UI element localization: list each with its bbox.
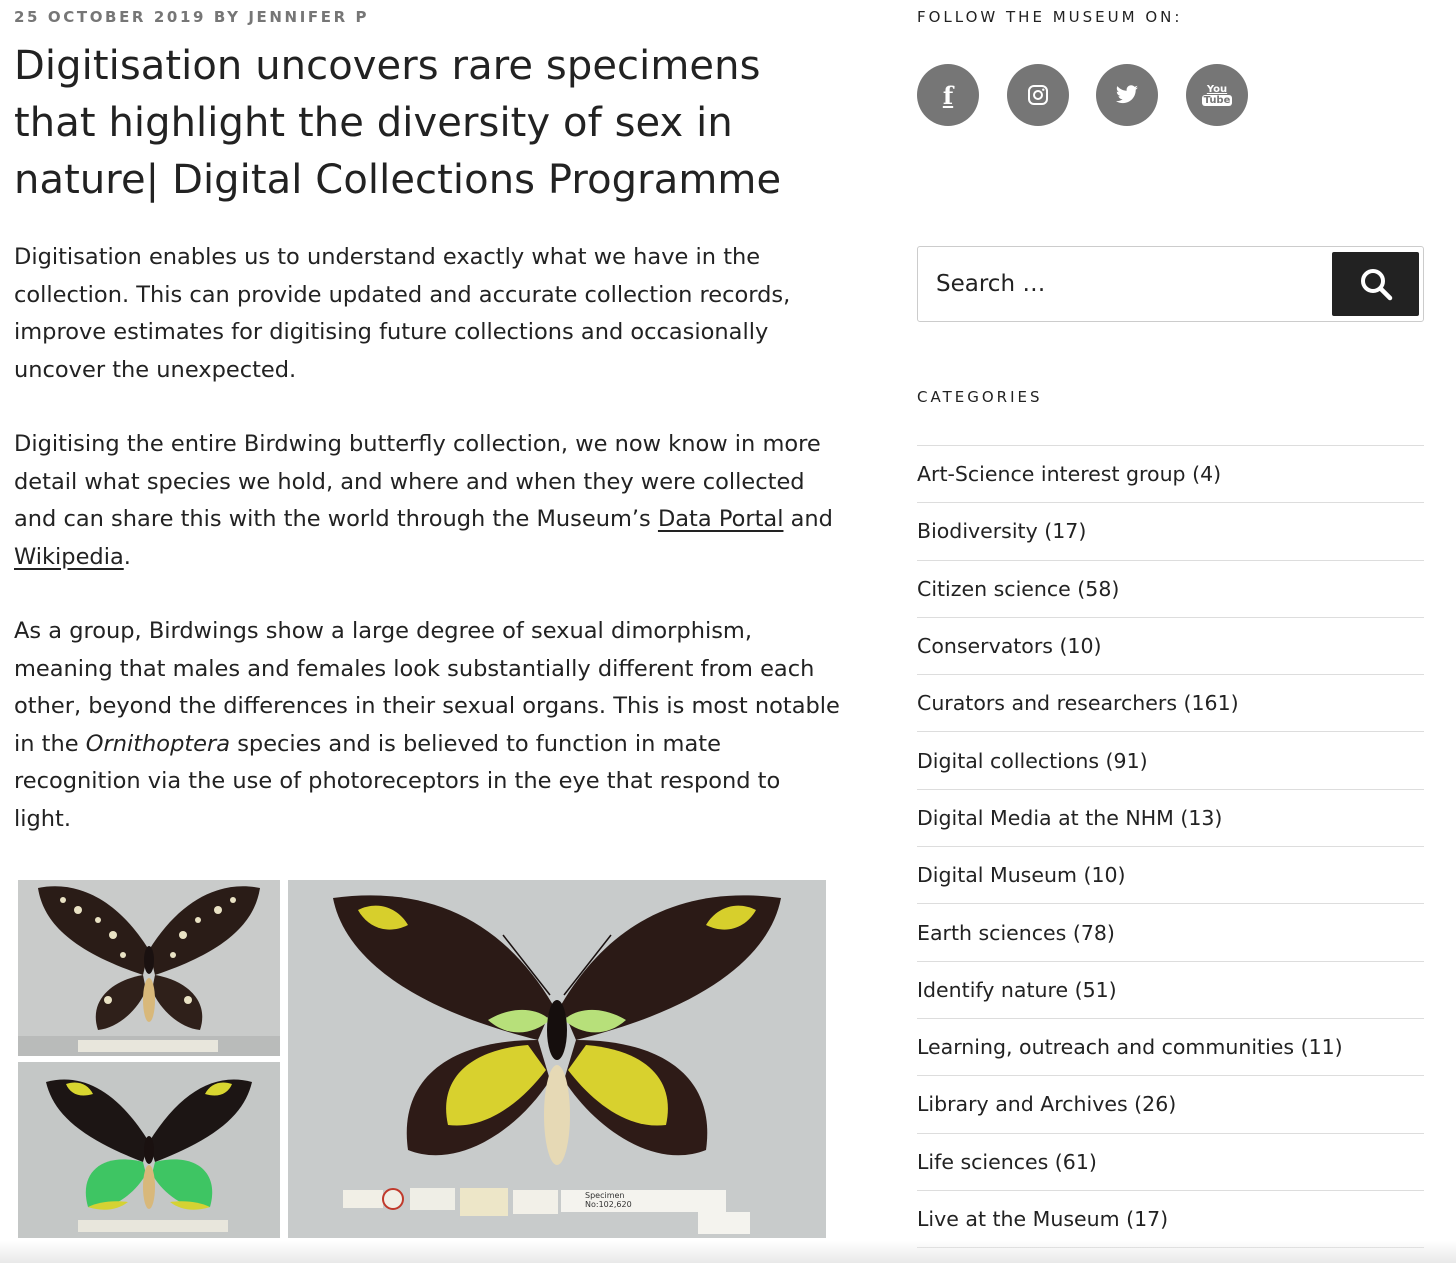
- instagram-button[interactable]: [1007, 64, 1069, 126]
- paragraph-3: As a group, Birdwings show a large degre…: [14, 613, 844, 838]
- paragraph-1: Digitisation enables us to understand ex…: [14, 244, 791, 383]
- category-item: Art-Science interest group (4): [917, 446, 1424, 504]
- category-item: Digital collections (91): [917, 732, 1424, 790]
- category-link[interactable]: Earth sciences (78): [917, 921, 1115, 945]
- category-item: Earth sciences (78): [917, 904, 1424, 962]
- post-meta: 25 October 2019 by Jennifer P: [14, 8, 370, 26]
- search-icon: [1360, 269, 1392, 301]
- category-link[interactable]: Citizen science (58): [917, 577, 1119, 601]
- birdwing-specimen-image[interactable]: Specimen No:102,620: [288, 880, 826, 1238]
- category-item: Digital Museum (10): [917, 847, 1424, 905]
- category-link[interactable]: Learning, outreach and communities (11): [917, 1035, 1343, 1059]
- category-item: Learning, outreach and communities (11): [917, 1019, 1424, 1077]
- paragraph-2: Digitising the entire Birdwing butterfly…: [14, 426, 844, 576]
- category-item: Biodiversity (17): [917, 503, 1424, 561]
- male-green-birdwing-image[interactable]: [18, 1062, 280, 1238]
- follow-heading: Follow the Museum on:: [917, 8, 1183, 26]
- search-form: [917, 246, 1424, 322]
- category-item: Curators and researchers (161): [917, 675, 1424, 733]
- data-portal-link[interactable]: Data Portal: [658, 506, 784, 532]
- category-link[interactable]: Library and Archives (26): [917, 1092, 1176, 1116]
- category-link[interactable]: Live at the Museum (17): [917, 1207, 1168, 1231]
- specimen-label-line2: No:102,620: [585, 1200, 632, 1209]
- facebook-icon: f: [942, 80, 954, 110]
- specimen-label-line1: Specimen: [585, 1191, 624, 1200]
- ornithoptera-italic: Ornithoptera: [85, 730, 231, 757]
- female-birdwing-image[interactable]: [18, 880, 280, 1056]
- category-item: Identify nature (51): [917, 962, 1424, 1019]
- post-title: Digitisation uncovers rare specimens tha…: [14, 43, 782, 203]
- wikipedia-link[interactable]: Wikipedia: [14, 544, 124, 570]
- youtube-icon-top: You: [1206, 84, 1228, 95]
- category-link[interactable]: Digital Museum (10): [917, 863, 1126, 887]
- category-link[interactable]: Digital Media at the NHM (13): [917, 806, 1222, 830]
- categories-heading: Categories: [917, 388, 1043, 406]
- category-item: Digital Media at the NHM (13): [917, 790, 1424, 848]
- youtube-icon: You Tube: [1201, 84, 1233, 106]
- category-item: Citizen science (58): [917, 561, 1424, 618]
- search-button[interactable]: [1332, 252, 1419, 316]
- categories-list: Art-Science interest group (4) Biodivers…: [917, 445, 1424, 1249]
- category-link[interactable]: Curators and researchers (161): [917, 691, 1239, 715]
- youtube-icon-bottom: Tube: [1201, 95, 1233, 106]
- paragraph-2-and: and: [783, 506, 833, 532]
- category-link[interactable]: Identify nature (51): [917, 978, 1117, 1002]
- category-link[interactable]: Conservators (10): [917, 634, 1102, 658]
- twitter-button[interactable]: [1096, 64, 1158, 126]
- category-link[interactable]: Art-Science interest group (4): [917, 462, 1221, 486]
- search-input[interactable]: [919, 248, 1336, 320]
- category-item: Conservators (10): [917, 618, 1424, 676]
- instagram-icon: [1028, 85, 1048, 105]
- category-link[interactable]: Life sciences (61): [917, 1150, 1097, 1174]
- paragraph-2-end: .: [123, 543, 131, 570]
- category-item: Life sciences (61): [917, 1134, 1424, 1191]
- facebook-button[interactable]: f: [917, 64, 979, 126]
- category-item: Live at the Museum (17): [917, 1191, 1424, 1249]
- category-item: Library and Archives (26): [917, 1076, 1424, 1134]
- category-link[interactable]: Biodiversity (17): [917, 519, 1086, 543]
- twitter-icon: [1116, 85, 1138, 104]
- youtube-button[interactable]: You Tube: [1186, 64, 1248, 126]
- bottom-fade: [0, 1241, 1456, 1263]
- category-link[interactable]: Digital collections (91): [917, 749, 1148, 773]
